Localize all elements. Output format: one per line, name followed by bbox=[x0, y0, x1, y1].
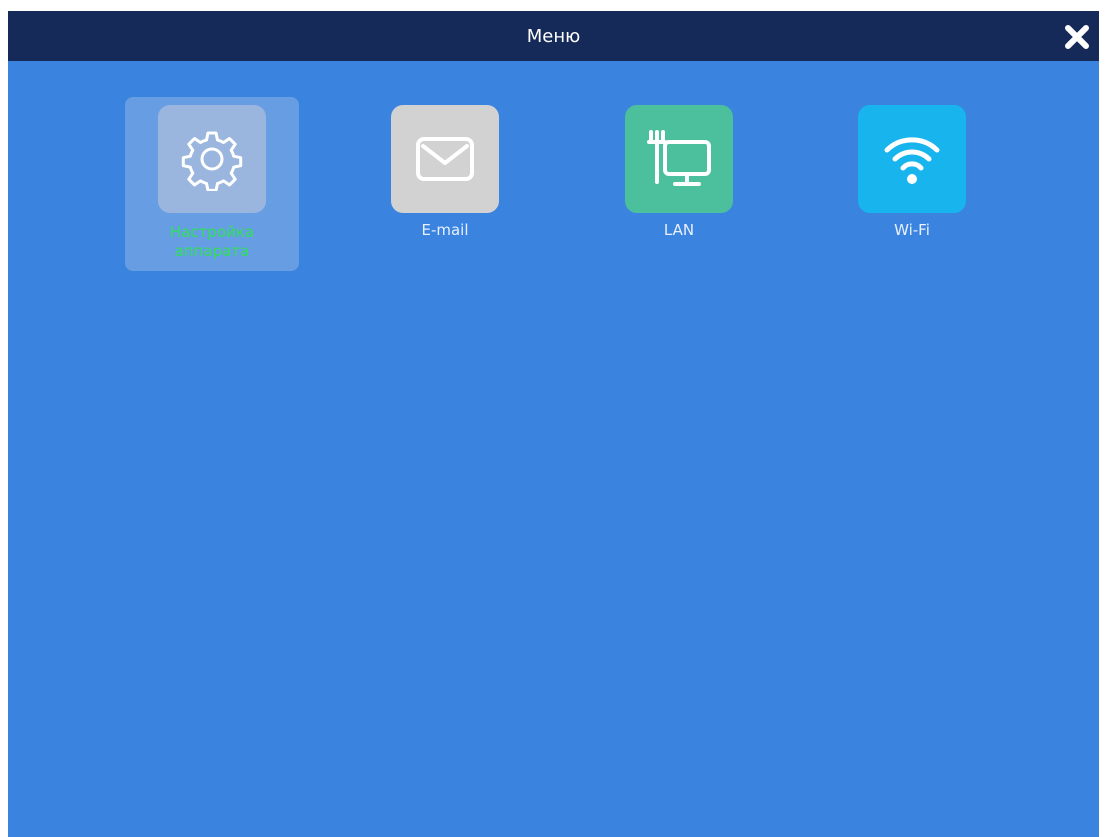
lan-monitor-icon bbox=[647, 130, 711, 186]
envelope-icon bbox=[416, 137, 474, 181]
menu-item-label: LAN bbox=[663, 221, 695, 239]
close-button[interactable] bbox=[1063, 23, 1091, 51]
wifi-icon bbox=[884, 137, 940, 184]
menu-item-label: Wi-Fi bbox=[894, 221, 930, 239]
menu-window: Меню Настройка аппарата E-mail LAN Wi-Fi bbox=[8, 11, 1099, 837]
wifi-tile bbox=[858, 105, 966, 213]
gear-icon bbox=[181, 131, 243, 191]
lan-tile bbox=[625, 105, 733, 213]
menu-item-device-settings[interactable]: Настройка аппарата bbox=[125, 97, 299, 271]
close-icon bbox=[1065, 25, 1089, 49]
window-title: Меню bbox=[526, 26, 581, 47]
menu-item-label: E-mail bbox=[421, 221, 469, 239]
menu-item-wifi[interactable]: Wi-Fi bbox=[825, 97, 999, 271]
device-settings-tile bbox=[158, 105, 266, 213]
menu-item-lan[interactable]: LAN bbox=[592, 97, 766, 271]
menu-item-label: Настройка аппарата bbox=[169, 223, 255, 260]
title-bar: Меню bbox=[8, 11, 1099, 61]
email-tile bbox=[391, 105, 499, 213]
menu-item-email[interactable]: E-mail bbox=[358, 97, 532, 271]
